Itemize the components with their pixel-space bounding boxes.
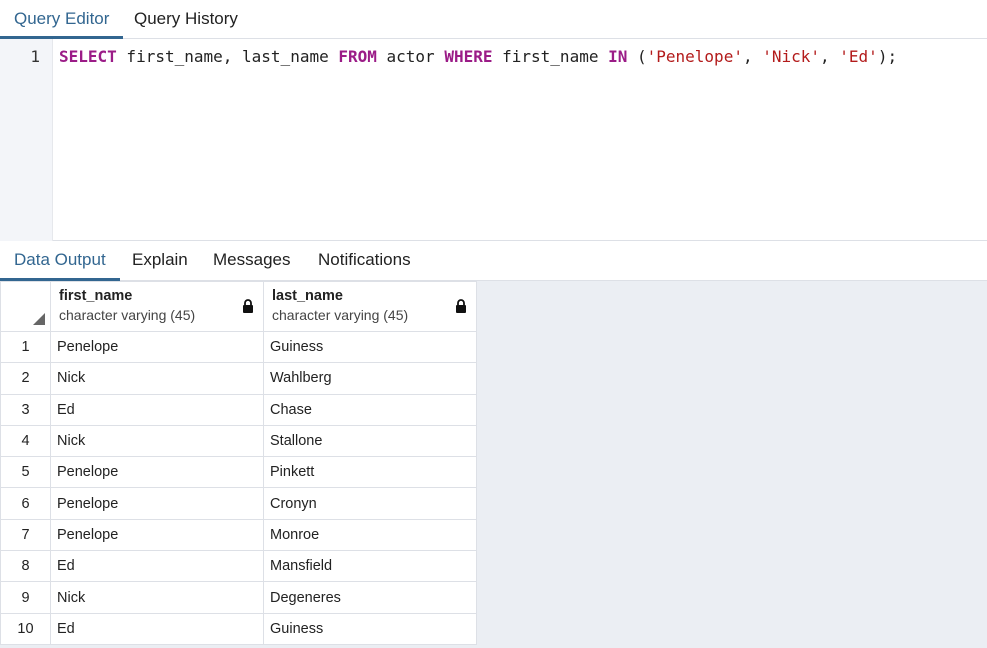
string-literal: 'Penelope' [646,47,743,66]
cell-last-name[interactable]: Wahlberg [263,362,477,395]
tab-query-editor[interactable]: Query Editor [0,0,124,39]
cell-first-name[interactable]: Ed [50,393,264,426]
table-row[interactable]: 6 Penelope Cronyn [0,487,477,520]
row-number[interactable]: 5 [0,456,51,489]
table-row[interactable]: 2 Nick Wahlberg [0,362,477,395]
cell-last-name[interactable]: Chase [263,393,477,426]
results-table: first_name character varying (45) last_n… [0,281,477,645]
keyword-select: SELECT [59,47,117,66]
keyword-from: FROM [338,47,377,66]
cell-last-name[interactable]: Degeneres [263,581,477,614]
tab-explain[interactable]: Explain [119,241,201,281]
column-name: first_name [59,288,133,304]
table-row[interactable]: 7 Penelope Monroe [0,518,477,552]
code-open-paren: ( [627,47,647,66]
column-type: character varying (45) [59,307,196,323]
editor-tab-bar: Query Editor Query History [0,0,987,39]
cell-first-name[interactable]: Nick [50,581,264,614]
table-row[interactable]: 9 Nick Degeneres [0,581,477,614]
lock-icon [456,299,466,313]
table-row[interactable]: 8 Ed Mansfield [0,550,477,583]
cell-last-name[interactable]: Guiness [263,330,477,364]
tab-query-history[interactable]: Query History [120,0,252,39]
code-separator: , [820,47,840,66]
column-name: last_name [272,288,343,304]
keyword-where: WHERE [444,47,493,66]
corner-triangle-icon [33,313,45,325]
code-close-paren: ); [877,47,898,66]
keyword-in: IN [608,47,628,66]
select-all-corner[interactable] [0,281,51,332]
cell-first-name[interactable]: Penelope [50,330,264,364]
row-number[interactable]: 4 [0,424,51,458]
row-number[interactable]: 10 [0,612,51,645]
table-row[interactable]: 5 Penelope Pinkett [0,456,477,489]
string-literal: 'Nick' [762,47,821,66]
header-row: first_name character varying (45) last_n… [0,281,477,332]
cell-last-name[interactable]: Monroe [263,518,477,552]
cell-last-name[interactable]: Pinkett [263,456,477,489]
data-output-grid: first_name character varying (45) last_n… [0,281,987,648]
cell-last-name[interactable]: Stallone [263,424,477,458]
line-number-gutter: 1 [0,39,53,241]
table-row[interactable]: 4 Nick Stallone [0,424,477,458]
cell-last-name[interactable]: Guiness [263,612,477,645]
cell-first-name[interactable]: Nick [50,362,264,395]
line-number: 1 [30,47,40,66]
row-number[interactable]: 9 [0,581,51,614]
tab-notifications[interactable]: Notifications [305,241,424,281]
column-header-last-name[interactable]: last_name character varying (45) [263,281,477,332]
code-columns: first_name, last_name [116,47,339,66]
table-row[interactable]: 3 Ed Chase [0,393,477,426]
lock-icon [243,299,253,313]
column-type: character varying (45) [272,307,409,323]
cell-first-name[interactable]: Penelope [50,518,264,552]
cell-first-name[interactable]: Penelope [50,487,264,520]
column-header-first-name[interactable]: first_name character varying (45) [50,281,264,332]
sql-editor[interactable]: 1 SELECT first_name, last_name FROM acto… [0,39,987,241]
row-number[interactable]: 1 [0,330,51,364]
string-literal: 'Ed' [839,47,878,66]
table-row[interactable]: 1 Penelope Guiness [0,330,477,364]
sql-code-line[interactable]: SELECT first_name, last_name FROM actor … [59,47,897,66]
cell-first-name[interactable]: Nick [50,424,264,458]
code-table: actor [376,47,445,66]
row-number[interactable]: 8 [0,550,51,583]
cell-first-name[interactable]: Ed [50,612,264,645]
code-separator: , [742,47,763,66]
row-number[interactable]: 7 [0,518,51,552]
cell-first-name[interactable]: Penelope [50,456,264,489]
output-tab-bar: Data Output Explain Messages Notificatio… [0,241,987,281]
row-number[interactable]: 2 [0,362,51,395]
table-row[interactable]: 10 Ed Guiness [0,612,477,645]
cell-last-name[interactable]: Mansfield [263,550,477,583]
cell-first-name[interactable]: Ed [50,550,264,583]
tab-data-output[interactable]: Data Output [0,241,120,281]
row-number[interactable]: 3 [0,393,51,426]
row-number[interactable]: 6 [0,487,51,520]
code-filter-column: first_name [492,47,609,66]
cell-last-name[interactable]: Cronyn [263,487,477,520]
tab-messages[interactable]: Messages [200,241,303,281]
